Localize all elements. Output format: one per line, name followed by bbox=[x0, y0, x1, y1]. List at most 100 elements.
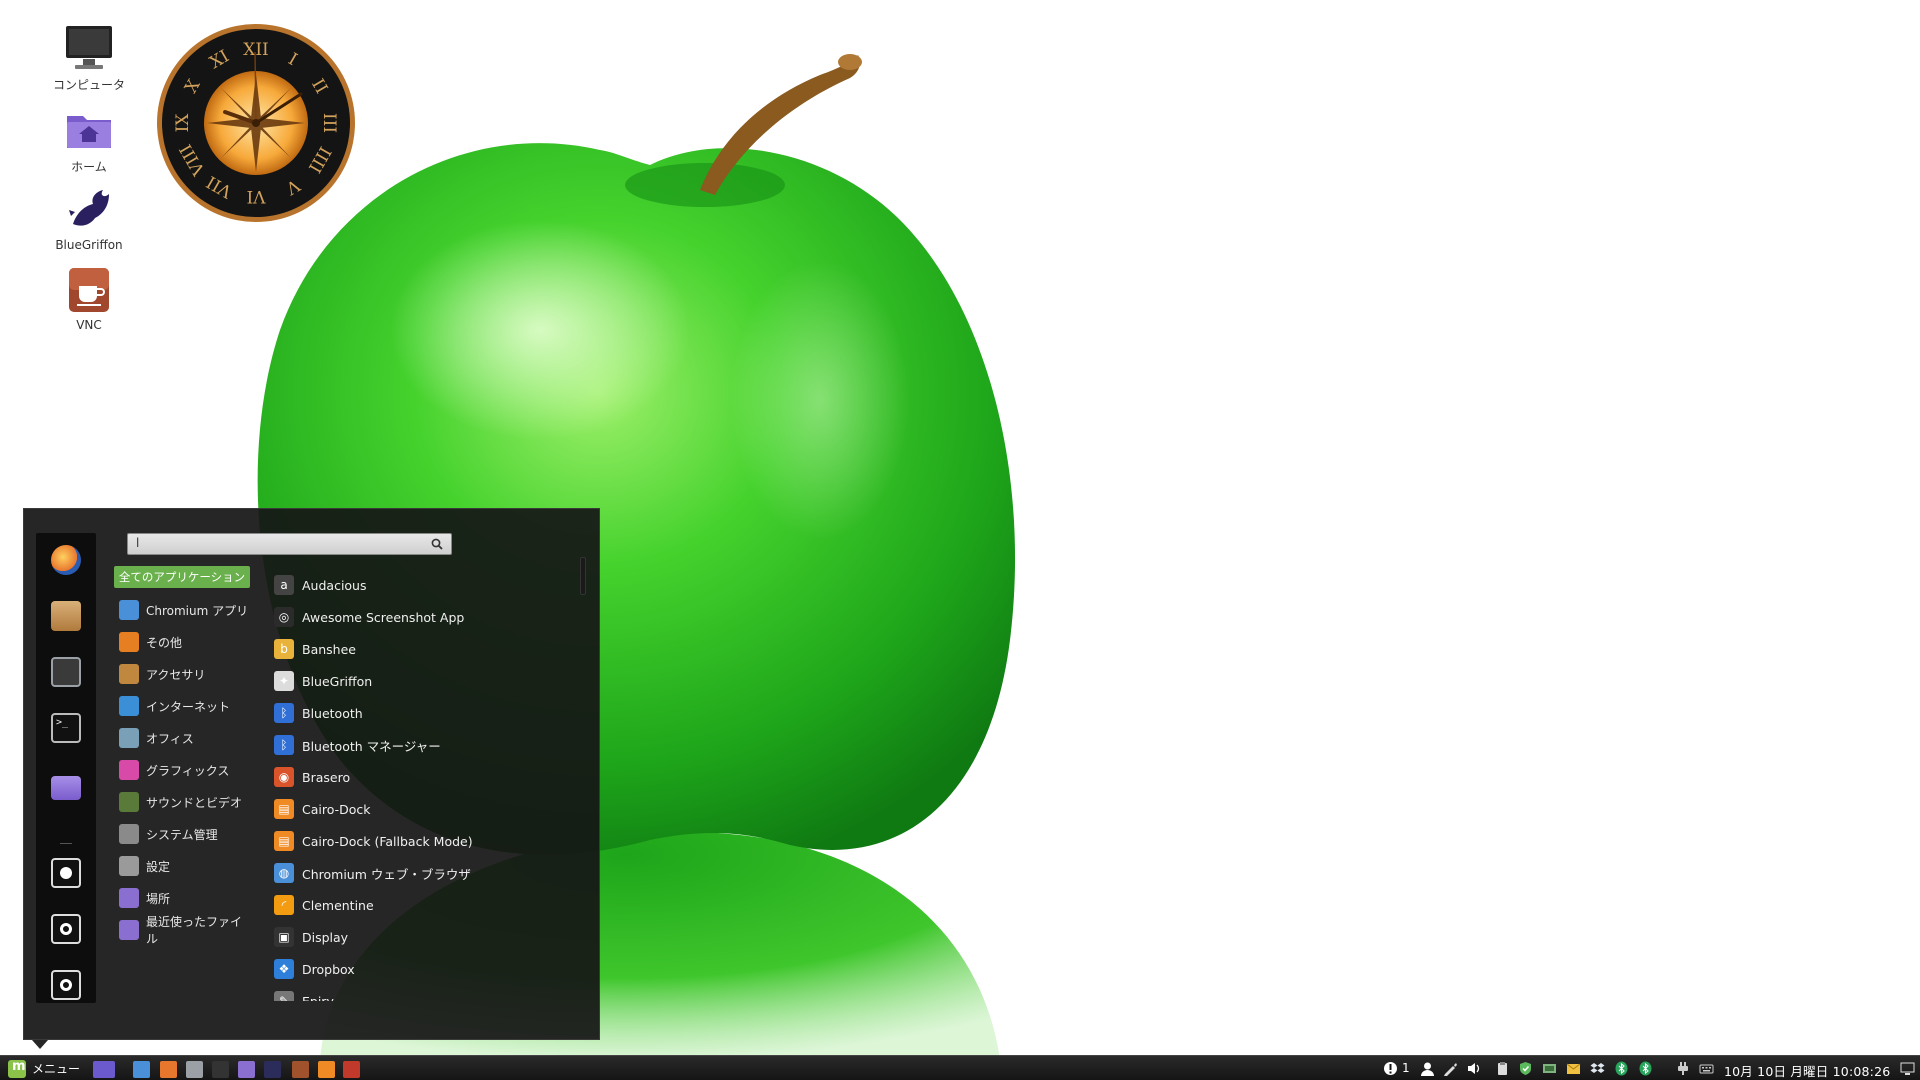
category-icon bbox=[119, 632, 139, 652]
terminal-icon[interactable] bbox=[212, 1061, 229, 1078]
application-item[interactable]: ᛒ Bluetooth bbox=[274, 697, 524, 729]
application-label: Chromium ウェブ・ブラウザ bbox=[302, 866, 471, 882]
application-list: a Audacious ◎ Awesome Screenshot App b Banshe… bbox=[274, 569, 524, 1001]
category-item[interactable]: サウンドとビデオ bbox=[112, 786, 252, 818]
application-item[interactable]: ◜ Clementine bbox=[274, 889, 524, 921]
desktop-icon-bluegriffon[interactable]: BlueGriffon bbox=[34, 184, 144, 252]
application-item[interactable]: ◉ Brasero bbox=[274, 761, 524, 793]
category-item[interactable]: Chromium アプリ bbox=[112, 594, 252, 626]
application-item[interactable]: a Audacious bbox=[274, 569, 524, 601]
chromium-icon[interactable] bbox=[133, 1061, 150, 1078]
application-label: Banshee bbox=[302, 641, 356, 657]
notification-icon[interactable] bbox=[1383, 1061, 1398, 1076]
menu-button[interactable]: メニュー bbox=[8, 1059, 80, 1078]
home-folder-icon bbox=[63, 104, 115, 156]
favorites-bar: >_ bbox=[36, 533, 96, 1003]
category-item[interactable]: システム管理 bbox=[112, 818, 252, 850]
terminal-icon[interactable]: >_ bbox=[51, 713, 81, 743]
application-item[interactable]: ❖ Dropbox bbox=[274, 953, 524, 985]
category-icon bbox=[119, 600, 139, 620]
volume-icon[interactable] bbox=[1467, 1061, 1482, 1076]
category-label: システム管理 bbox=[146, 827, 218, 842]
desktop-icon-vnc[interactable]: VNC bbox=[34, 264, 144, 332]
mail-icon[interactable] bbox=[1566, 1061, 1581, 1076]
bluegriffon-icon[interactable] bbox=[264, 1061, 281, 1078]
logout-icon[interactable] bbox=[51, 914, 81, 944]
application-icon: ▤ bbox=[274, 831, 294, 851]
category-item[interactable]: 最近使ったファイル bbox=[112, 914, 252, 946]
category-item[interactable]: オフィス bbox=[112, 722, 252, 754]
application-label: Dropbox bbox=[302, 961, 355, 977]
category-item[interactable]: アクセサリ bbox=[112, 658, 252, 690]
clock-numeral: XII bbox=[243, 40, 269, 60]
category-list: 全てのアプリケーション Chromium アプリ その他 アクセサリインターネットオフ… bbox=[112, 566, 252, 946]
lock-icon[interactable] bbox=[51, 858, 81, 888]
category-item[interactable]: その他 bbox=[112, 626, 252, 658]
clock-numeral: VI bbox=[247, 186, 267, 206]
category-icon bbox=[119, 888, 139, 908]
application-icon: ▣ bbox=[274, 927, 294, 947]
bluetooth-icon[interactable] bbox=[1614, 1061, 1629, 1076]
panel-clock[interactable]: 10月 10日 月曜日 10:08:26 bbox=[1724, 1061, 1890, 1080]
keyboard-icon[interactable] bbox=[1699, 1061, 1714, 1076]
vnc-icon bbox=[63, 264, 115, 316]
application-list-scrollbar[interactable] bbox=[580, 557, 586, 595]
application-item[interactable]: b Banshee bbox=[274, 633, 524, 665]
folder-icon[interactable] bbox=[51, 776, 81, 800]
application-item[interactable]: ▣ Display bbox=[274, 921, 524, 953]
application-item[interactable]: ◍ Chromium ウェブ・ブラウザ bbox=[274, 857, 524, 889]
clock-numeral: IX bbox=[173, 113, 193, 133]
application-icon: ✦ bbox=[274, 671, 294, 691]
firefox-icon[interactable] bbox=[160, 1061, 177, 1078]
application-icon: ◜ bbox=[274, 895, 294, 915]
category-item[interactable]: インターネット bbox=[112, 690, 252, 722]
category-icon bbox=[119, 920, 139, 940]
application-menu: >_ l 全てのアプリケーション Chromium アプリ その他 アクセサリインター… bbox=[23, 508, 600, 1040]
category-item[interactable]: 設定 bbox=[112, 850, 252, 882]
dropbox-icon[interactable] bbox=[1590, 1061, 1605, 1076]
desktop-icon-home[interactable]: ホーム bbox=[34, 104, 144, 175]
shield-icon[interactable] bbox=[1518, 1061, 1533, 1076]
show-desktop-icon[interactable] bbox=[1900, 1061, 1915, 1076]
application-item[interactable]: ▤ Cairo-Dock (Fallback Mode) bbox=[274, 825, 524, 857]
category-icon bbox=[119, 824, 139, 844]
desktop-icon-label: ホーム bbox=[71, 160, 107, 174]
app-grid-icon[interactable] bbox=[343, 1061, 360, 1078]
application-label: Bluetooth bbox=[302, 705, 363, 721]
folder-icon[interactable] bbox=[238, 1061, 255, 1078]
category-label: 全てのアプリケーション bbox=[118, 570, 246, 584]
desktop-icon-computer[interactable]: コンピュータ bbox=[34, 22, 144, 93]
application-item[interactable]: ◎ Awesome Screenshot App bbox=[274, 601, 524, 633]
clipboard-icon[interactable] bbox=[1495, 1061, 1510, 1076]
bluegriffon-icon bbox=[63, 184, 115, 236]
application-item[interactable]: ᛒ Bluetooth マネージャー bbox=[274, 729, 524, 761]
vnc-icon[interactable] bbox=[292, 1061, 309, 1078]
application-label: Brasero bbox=[302, 769, 351, 785]
power-plug-icon[interactable] bbox=[1675, 1061, 1690, 1076]
power-icon[interactable] bbox=[51, 970, 81, 1000]
category-label: インターネット bbox=[146, 699, 231, 714]
application-label: BlueGriffon bbox=[302, 673, 373, 689]
menu-pointer bbox=[32, 1040, 48, 1049]
clock-widget: XII IIIIIIIIIIVVIVIIVIIIIXXXI bbox=[157, 24, 355, 222]
category-item[interactable]: 全てのアプリケーション bbox=[114, 566, 250, 588]
package-icon[interactable] bbox=[51, 601, 81, 631]
user-icon[interactable] bbox=[1420, 1061, 1435, 1076]
firefox-icon[interactable] bbox=[51, 545, 81, 575]
settings-icon[interactable] bbox=[51, 657, 81, 687]
pen-icon[interactable] bbox=[1443, 1061, 1458, 1076]
application-item[interactable]: ▤ Cairo-Dock bbox=[274, 793, 524, 825]
application-icon: ❖ bbox=[274, 959, 294, 979]
application-item[interactable]: ✎ Epiry bbox=[274, 985, 524, 1001]
bluetooth-manager-icon[interactable] bbox=[1638, 1061, 1653, 1076]
application-label: Clementine bbox=[302, 897, 374, 913]
show-desktop-icon[interactable] bbox=[93, 1061, 115, 1078]
network-icon[interactable] bbox=[1542, 1061, 1557, 1076]
category-item[interactable]: グラフィックス bbox=[112, 754, 252, 786]
search-input[interactable]: l bbox=[127, 533, 452, 555]
application-item[interactable]: ✦ BlueGriffon bbox=[274, 665, 524, 697]
rss-icon[interactable] bbox=[318, 1061, 335, 1078]
settings-icon[interactable] bbox=[186, 1061, 203, 1078]
application-label: Bluetooth マネージャー bbox=[302, 738, 441, 754]
category-item[interactable]: 場所 bbox=[112, 882, 252, 914]
